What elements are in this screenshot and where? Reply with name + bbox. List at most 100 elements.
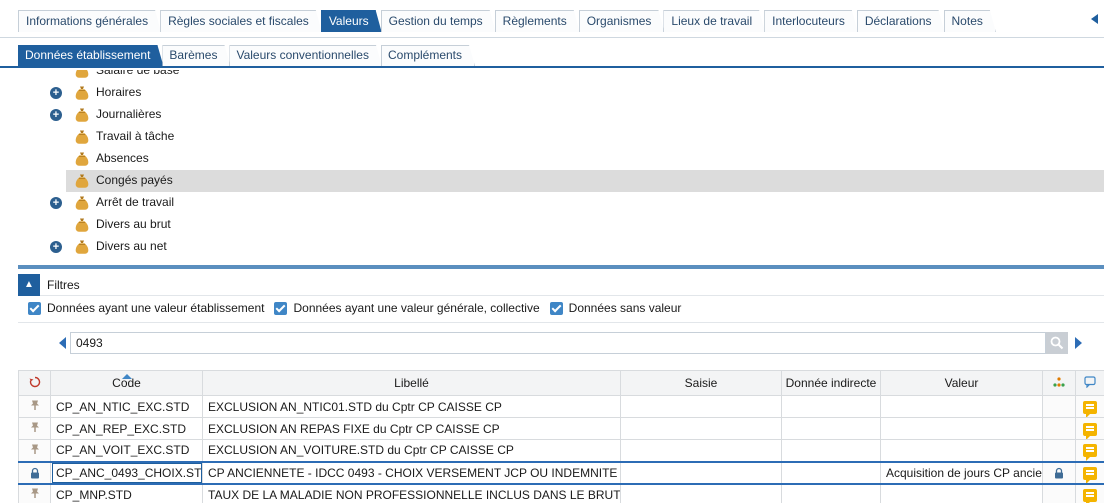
money-bag-icon — [74, 195, 90, 211]
tree-node-label: Arrêt de travail — [96, 195, 175, 209]
subtab-complements[interactable]: Compléments — [381, 45, 475, 66]
comment-icon[interactable] — [1075, 417, 1104, 440]
column-header-code[interactable]: Code — [50, 370, 203, 396]
expand-icon[interactable]: + — [50, 197, 62, 209]
column-header-comments[interactable] — [1075, 370, 1104, 396]
tab-notes[interactable]: Notes — [944, 10, 996, 32]
tree-node-label: Journalières — [96, 107, 162, 121]
reset-column-header[interactable] — [18, 370, 51, 396]
tab-gestion-du-temps[interactable]: Gestion du temps — [381, 10, 496, 32]
lock-icon — [1042, 460, 1076, 485]
code-cell[interactable]: CP_AN_VOIT_EXC.STD — [50, 439, 203, 462]
saisie-cell[interactable] — [620, 460, 782, 485]
filter-label: Données ayant une valeur établissement — [47, 301, 265, 315]
column-header-valeur[interactable]: Valeur — [880, 370, 1043, 396]
hierarchy-cell — [1042, 395, 1076, 418]
table-row[interactable]: CP_ANC_0493_CHOIX.STD CP ANCIENNETE - IDC… — [18, 460, 1104, 485]
tree-node[interactable]: + Divers au net — [18, 236, 1104, 258]
tree-node[interactable]: Divers au brut — [18, 214, 1104, 236]
filter-checkbox[interactable] — [28, 301, 41, 315]
subtab-valeurs-conventionnelles[interactable]: Valeurs conventionnelles — [229, 45, 382, 66]
money-bag-icon — [74, 217, 90, 233]
top-tab-bar: Informations générales Règles sociales et… — [0, 0, 1104, 38]
filter-checkbox[interactable] — [274, 301, 288, 315]
valeur-cell[interactable]: Acquisition de jours CP ancien — [880, 460, 1043, 485]
tree-node[interactable]: + Horaires — [18, 82, 1104, 104]
panel-splitter[interactable] — [18, 265, 1104, 269]
tree-node-label: Congés payés — [96, 173, 173, 187]
previous-result-icon[interactable] — [59, 337, 66, 349]
comment-icon — [1084, 375, 1096, 388]
tree-node[interactable]: Salaire de base — [18, 70, 1104, 82]
tree-node[interactable]: Travail à tâche — [18, 126, 1104, 148]
tab-lieux-de-travail[interactable]: Lieux de travail — [663, 10, 765, 32]
donnee-indirecte-cell[interactable] — [781, 439, 881, 462]
table-row[interactable]: CP_MNP.STD TAUX DE LA MALADIE NON PROFESS… — [18, 483, 1104, 503]
column-header-valeur-label: Valeur — [944, 376, 979, 390]
valeur-cell[interactable] — [880, 395, 1043, 418]
filters-title: Filtres — [47, 278, 80, 292]
table-row[interactable]: CP_AN_NTIC_EXC.STD EXCLUSION AN_NTIC01.ST… — [18, 395, 1104, 418]
column-header-hierarchy[interactable] — [1042, 370, 1076, 396]
donnee-indirecte-cell[interactable] — [781, 483, 881, 503]
filter-label: Données ayant une valeur générale, colle… — [293, 301, 540, 315]
tab-valeurs[interactable]: Valeurs — [321, 10, 382, 32]
table-row[interactable]: CP_AN_REP_EXC.STD EXCLUSION AN REPAS FIXE… — [18, 417, 1104, 440]
donnee-indirecte-cell[interactable] — [781, 460, 881, 485]
money-bag-icon — [74, 107, 90, 123]
tree-node[interactable]: + Journalières — [18, 104, 1104, 126]
filter-checkbox[interactable] — [549, 301, 563, 315]
tree-node[interactable]: Congés payés — [66, 170, 1104, 192]
comment-icon[interactable] — [1075, 460, 1104, 485]
tab-regles-sociales-et-fiscales[interactable]: Règles sociales et fiscales — [160, 10, 322, 32]
code-cell[interactable]: CP_AN_REP_EXC.STD — [50, 417, 203, 440]
tab-informations-generales[interactable]: Informations générales — [18, 10, 161, 32]
pin-icon — [18, 417, 51, 440]
comment-icon[interactable] — [1075, 439, 1104, 462]
tab-interlocuteurs[interactable]: Interlocuteurs — [764, 10, 858, 32]
table-row[interactable]: CP_AN_VOIT_EXC.STD EXCLUSION AN_VOITURE.S… — [18, 439, 1104, 462]
comment-icon[interactable] — [1075, 483, 1104, 503]
values-tree: Salaire de base + Horaires + Journalières Tra… — [18, 70, 1104, 265]
saisie-cell[interactable] — [620, 439, 782, 462]
tab-organismes[interactable]: Organismes — [579, 10, 665, 32]
comment-icon[interactable] — [1075, 395, 1104, 418]
donnee-indirecte-cell[interactable] — [781, 417, 881, 440]
tab-declarations[interactable]: Déclarations — [857, 10, 945, 32]
money-bag-icon — [74, 70, 90, 79]
table-header: Code Libellé Saisie Donnée indirecte Val… — [18, 370, 1104, 396]
filter-label: Données sans valeur — [568, 301, 682, 315]
expand-icon[interactable]: + — [50, 241, 62, 253]
tree-node-label: Absences — [96, 151, 149, 165]
tree-node[interactable]: + Arrêt de travail — [18, 192, 1104, 214]
expand-icon[interactable]: + — [50, 109, 62, 121]
expand-icon[interactable]: + — [50, 87, 62, 99]
code-cell[interactable]: CP_AN_NTIC_EXC.STD — [50, 395, 203, 418]
column-header-libelle-label: Libellé — [394, 376, 429, 390]
donnee-indirecte-cell[interactable] — [781, 395, 881, 418]
saisie-cell[interactable] — [620, 417, 782, 440]
tree-node-label: Travail à tâche — [96, 129, 175, 143]
hierarchy-cell — [1042, 439, 1076, 462]
filters-header: ▲ Filtres — [18, 274, 1104, 296]
subtab-baremes[interactable]: Barèmes — [162, 45, 230, 66]
tab-reglements[interactable]: Règlements — [495, 10, 580, 32]
search-input[interactable] — [70, 332, 1046, 354]
column-header-donnee-indirecte[interactable]: Donnée indirecte — [781, 370, 881, 396]
tree-node[interactable]: Absences — [18, 148, 1104, 170]
code-cell[interactable]: CP_ANC_0493_CHOIX.STD — [50, 460, 203, 485]
valeur-cell[interactable] — [880, 483, 1043, 503]
column-header-saisie[interactable]: Saisie — [620, 370, 782, 396]
filters-collapse-button[interactable]: ▲ — [18, 274, 40, 296]
subtab-donnees-etablissement[interactable]: Données établissement — [18, 45, 163, 66]
column-header-libelle[interactable]: Libellé — [202, 370, 621, 396]
next-result-icon[interactable] — [1075, 337, 1082, 349]
collapse-panel-icon[interactable] — [1091, 14, 1098, 24]
search-button[interactable] — [1046, 332, 1068, 354]
valeur-cell[interactable] — [880, 417, 1043, 440]
lock-icon — [18, 460, 51, 485]
code-cell[interactable]: CP_MNP.STD — [50, 483, 203, 503]
valeur-cell[interactable] — [880, 439, 1043, 462]
saisie-cell[interactable] — [620, 395, 782, 418]
saisie-cell[interactable] — [620, 483, 782, 503]
